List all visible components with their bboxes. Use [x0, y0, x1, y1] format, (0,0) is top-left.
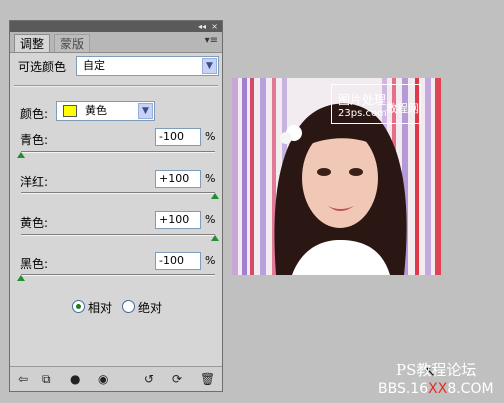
- slider-label: 洋红:: [20, 175, 49, 189]
- panel-menu-icon[interactable]: ▾≡: [205, 35, 218, 46]
- reset-icon[interactable]: ⟳: [172, 372, 182, 386]
- forum-url-prefix: BBS.16: [378, 381, 429, 397]
- eye-icon[interactable]: ◉: [98, 372, 108, 386]
- yellow-slider-track[interactable]: [21, 234, 215, 236]
- percent-unit: %: [205, 130, 216, 143]
- preset-select[interactable]: 自定 ▼: [76, 56, 219, 76]
- percent-unit: %: [205, 254, 216, 267]
- magenta-value-input[interactable]: +100: [155, 170, 201, 188]
- panel-title-bar[interactable]: ◂◂ ×: [10, 21, 222, 32]
- radio-relative-indicator[interactable]: [72, 300, 85, 313]
- colors-select[interactable]: 黄色 ▼: [56, 101, 155, 121]
- back-arrow-icon[interactable]: ⇦: [18, 372, 28, 386]
- radio-relative[interactable]: 相对: [72, 299, 112, 316]
- cyan-value-input[interactable]: -100: [155, 128, 201, 146]
- watermark-line2: 23ps.com: [338, 108, 387, 119]
- percent-unit: %: [205, 172, 216, 185]
- radio-absolute[interactable]: 绝对: [122, 299, 162, 316]
- panel-bottom-toolbar: ⇦ ⧉ ● ◉ ↺ ⟳ 🗑: [10, 366, 222, 391]
- forum-title: PS教程论坛: [396, 361, 477, 379]
- watermark-line3: 教程网: [386, 102, 419, 115]
- radio-relative-label: 相对: [88, 301, 113, 315]
- slider-label: 青色:: [20, 133, 49, 147]
- tab-masks[interactable]: 蒙版: [54, 34, 91, 52]
- layer-visibility-icon[interactable]: ●: [70, 372, 80, 386]
- slider-label: 黑色:: [20, 257, 49, 271]
- colors-label: 颜色:: [20, 107, 49, 121]
- adjustment-type-label: 可选颜色: [18, 60, 67, 74]
- forum-url-mid: XX: [428, 381, 448, 397]
- yellow-value-input[interactable]: +100: [155, 211, 201, 229]
- radio-absolute-label: 绝对: [138, 301, 163, 315]
- magenta-slider-track[interactable]: [21, 192, 215, 194]
- cyan-slider-track[interactable]: [21, 151, 215, 153]
- forum-url: BBS.16XX8.COM: [378, 381, 494, 397]
- colors-value: 黄色: [85, 104, 107, 117]
- chevron-down-icon[interactable]: ▼: [202, 58, 217, 74]
- black-value-input[interactable]: -100: [155, 252, 201, 270]
- panel-tabs: 调整 蒙版 ▾≡: [10, 32, 222, 53]
- radio-absolute-indicator[interactable]: [122, 300, 135, 313]
- preset-value: 自定: [83, 59, 105, 72]
- percent-unit: %: [205, 213, 216, 226]
- forum-url-suffix: 8.COM: [447, 381, 494, 397]
- face: [302, 128, 378, 228]
- collapse-icon[interactable]: ◂◂: [198, 21, 206, 32]
- black-slider-track[interactable]: [21, 274, 215, 276]
- chevron-down-icon[interactable]: ▼: [138, 103, 153, 119]
- slider-label: 黄色:: [20, 216, 49, 230]
- divider: [14, 85, 218, 87]
- color-swatch: [63, 105, 77, 117]
- adjustments-panel: ◂◂ × 调整 蒙版 ▾≡ 可选颜色 自定 ▼ 颜色: 黄色 ▼ 青色: -10…: [9, 20, 223, 392]
- clip-layer-icon[interactable]: ⧉: [42, 372, 51, 387]
- close-icon[interactable]: ×: [211, 21, 218, 32]
- delete-icon[interactable]: 🗑: [200, 372, 215, 386]
- tab-adjustments[interactable]: 调整: [14, 34, 51, 52]
- previous-state-icon[interactable]: ↺: [144, 372, 154, 386]
- watermark-line1: 图片处理: [338, 93, 387, 107]
